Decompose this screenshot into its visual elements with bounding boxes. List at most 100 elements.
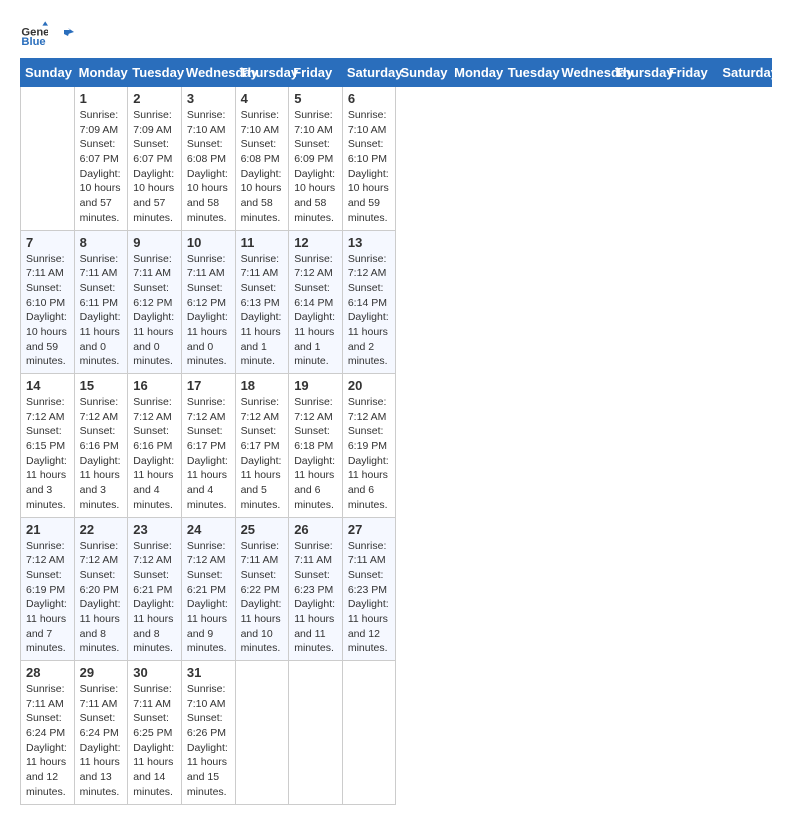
day-info: Sunrise: 7:12 AM Sunset: 6:14 PM Dayligh… (348, 252, 391, 370)
day-number: 12 (294, 235, 337, 250)
calendar-cell: 23Sunrise: 7:12 AM Sunset: 6:21 PM Dayli… (128, 517, 182, 661)
day-info: Sunrise: 7:12 AM Sunset: 6:16 PM Dayligh… (133, 395, 176, 513)
calendar-cell: 5Sunrise: 7:10 AM Sunset: 6:09 PM Daylig… (289, 87, 343, 231)
day-info: Sunrise: 7:11 AM Sunset: 6:11 PM Dayligh… (80, 252, 123, 370)
day-number: 1 (80, 91, 123, 106)
calendar-cell: 24 Sunrise: 7:12 AM Sunset: 6:21 PM Dayli… (181, 517, 235, 661)
day-number: 8 (80, 235, 123, 250)
day-number: 30 (133, 665, 176, 680)
calendar-cell: 21 Sunrise: 7:12 AM Sunset: 6:19 PM Dayli… (21, 517, 75, 661)
day-number: 23 (133, 522, 176, 537)
day-info: Sunrise: 7:10 AM Sunset: 6:09 PM Dayligh… (294, 108, 337, 226)
day-number: 25 (241, 522, 284, 537)
day-number: 15 (80, 378, 123, 393)
calendar-cell: 1 Sunrise: 7:09 AM Sunset: 6:07 PM Daylig… (74, 87, 128, 231)
logo: General Blue (20, 20, 76, 48)
col-header-thursday: Thursday (611, 59, 665, 87)
day-info: Sunrise: 7:12 AM Sunset: 6:19 PM Dayligh… (26, 539, 69, 657)
calendar-cell: 10Sunrise: 7:11 AM Sunset: 6:12 PM Dayli… (181, 230, 235, 374)
day-info: Sunrise: 7:11 AM Sunset: 6:12 PM Dayligh… (133, 252, 176, 370)
col-header-saturday: Saturday (718, 59, 772, 87)
day-number: 6 (348, 91, 391, 106)
day-info: Sunrise: 7:10 AM Sunset: 6:26 PM Dayligh… (187, 682, 230, 800)
day-info: Sunrise: 7:12 AM Sunset: 6:17 PM Dayligh… (241, 395, 284, 513)
day-info: Sunrise: 7:12 AM Sunset: 6:14 PM Dayligh… (294, 252, 337, 370)
logo-icon: General Blue (20, 20, 48, 48)
day-info: Sunrise: 7:10 AM Sunset: 6:10 PM Dayligh… (348, 108, 391, 226)
day-number: 19 (294, 378, 337, 393)
day-number: 26 (294, 522, 337, 537)
calendar-cell: 29 Sunrise: 7:11 AM Sunset: 6:24 PM Dayli… (74, 661, 128, 805)
day-info: Sunrise: 7:12 AM Sunset: 6:15 PM Dayligh… (26, 395, 69, 513)
calendar-cell: 20 Sunrise: 7:12 AM Sunset: 6:19 PM Dayli… (342, 374, 396, 518)
calendar-cell: 28Sunrise: 7:11 AM Sunset: 6:24 PM Dayli… (21, 661, 75, 805)
week-row-5: 28 Sunrise: 7:11 AM Sunset: 6:24 PM Dayli… (21, 661, 772, 805)
calendar-cell: 18 Sunrise: 7:12 AM Sunset: 6:17 PM Dayli… (235, 374, 289, 518)
day-info: Sunrise: 7:11 AM Sunset: 6:13 PM Dayligh… (241, 252, 284, 370)
day-info: Sunrise: 7:11 AM Sunset: 6:23 PM Dayligh… (348, 539, 391, 657)
calendar-cell: 8 Sunrise: 7:11 AM Sunset: 6:11 PM Daylig… (74, 230, 128, 374)
day-info: Sunrise: 7:12 AM Sunset: 6:21 PM Dayligh… (187, 539, 230, 657)
col-header-tuesday: Tuesday (503, 59, 557, 87)
page-header: General Blue (20, 20, 772, 48)
calendar-cell: 3Sunrise: 7:10 AM Sunset: 6:08 PM Daylig… (181, 87, 235, 231)
svg-text:Blue: Blue (21, 36, 45, 48)
day-number: 31 (187, 665, 230, 680)
calendar-header-row: SundayMondayTuesdayWednesdayThursdayFrid… (21, 59, 772, 87)
day-number: 24 (187, 522, 230, 537)
day-number: 9 (133, 235, 176, 250)
day-info: Sunrise: 7:09 AM Sunset: 6:07 PM Dayligh… (80, 108, 123, 226)
day-number: 21 (26, 522, 69, 537)
calendar-cell: 7Sunrise: 7:11 AM Sunset: 6:10 PM Daylig… (21, 230, 75, 374)
day-number: 20 (348, 378, 391, 393)
week-row-1: 1 Sunrise: 7:09 AM Sunset: 6:07 PM Daylig… (21, 87, 772, 231)
calendar-cell: 13 Sunrise: 7:12 AM Sunset: 6:14 PM Dayli… (342, 230, 396, 374)
logo-bird-icon (54, 24, 74, 44)
calendar-cell (235, 661, 289, 805)
col-header-thursday: Thursday (235, 59, 289, 87)
day-number: 11 (241, 235, 284, 250)
day-info: Sunrise: 7:12 AM Sunset: 6:19 PM Dayligh… (348, 395, 391, 513)
calendar-cell: 11 Sunrise: 7:11 AM Sunset: 6:13 PM Dayli… (235, 230, 289, 374)
calendar-cell: 30 Sunrise: 7:11 AM Sunset: 6:25 PM Dayli… (128, 661, 182, 805)
calendar-cell: 2Sunrise: 7:09 AM Sunset: 6:07 PM Daylig… (128, 87, 182, 231)
day-number: 27 (348, 522, 391, 537)
day-info: Sunrise: 7:11 AM Sunset: 6:24 PM Dayligh… (80, 682, 123, 800)
calendar-cell (342, 661, 396, 805)
day-info: Sunrise: 7:11 AM Sunset: 6:25 PM Dayligh… (133, 682, 176, 800)
calendar-cell: 27 Sunrise: 7:11 AM Sunset: 6:23 PM Dayli… (342, 517, 396, 661)
calendar-cell: 17Sunrise: 7:12 AM Sunset: 6:17 PM Dayli… (181, 374, 235, 518)
calendar-cell: 25 Sunrise: 7:11 AM Sunset: 6:22 PM Dayli… (235, 517, 289, 661)
day-number: 4 (241, 91, 284, 106)
col-header-tuesday: Tuesday (128, 59, 182, 87)
calendar-table: SundayMondayTuesdayWednesdayThursdayFrid… (20, 58, 772, 805)
week-row-4: 21 Sunrise: 7:12 AM Sunset: 6:19 PM Dayli… (21, 517, 772, 661)
day-info: Sunrise: 7:12 AM Sunset: 6:16 PM Dayligh… (80, 395, 123, 513)
day-info: Sunrise: 7:12 AM Sunset: 6:17 PM Dayligh… (187, 395, 230, 513)
day-number: 18 (241, 378, 284, 393)
calendar-cell: 9 Sunrise: 7:11 AM Sunset: 6:12 PM Daylig… (128, 230, 182, 374)
col-header-saturday: Saturday (342, 59, 396, 87)
day-number: 2 (133, 91, 176, 106)
day-info: Sunrise: 7:12 AM Sunset: 6:18 PM Dayligh… (294, 395, 337, 513)
col-header-sunday: Sunday (21, 59, 75, 87)
col-header-monday: Monday (74, 59, 128, 87)
day-number: 14 (26, 378, 69, 393)
day-info: Sunrise: 7:10 AM Sunset: 6:08 PM Dayligh… (241, 108, 284, 226)
calendar-cell: 31 Sunrise: 7:10 AM Sunset: 6:26 PM Dayli… (181, 661, 235, 805)
calendar-cell: 26Sunrise: 7:11 AM Sunset: 6:23 PM Dayli… (289, 517, 343, 661)
day-info: Sunrise: 7:11 AM Sunset: 6:22 PM Dayligh… (241, 539, 284, 657)
day-number: 28 (26, 665, 69, 680)
day-number: 13 (348, 235, 391, 250)
day-number: 10 (187, 235, 230, 250)
col-header-wednesday: Wednesday (181, 59, 235, 87)
calendar-cell: 15 Sunrise: 7:12 AM Sunset: 6:16 PM Dayli… (74, 374, 128, 518)
col-header-monday: Monday (450, 59, 504, 87)
col-header-sunday: Sunday (396, 59, 450, 87)
calendar-cell: 16Sunrise: 7:12 AM Sunset: 6:16 PM Dayli… (128, 374, 182, 518)
calendar-cell: 6 Sunrise: 7:10 AM Sunset: 6:10 PM Daylig… (342, 87, 396, 231)
calendar-cell (289, 661, 343, 805)
day-number: 22 (80, 522, 123, 537)
col-header-friday: Friday (289, 59, 343, 87)
day-number: 29 (80, 665, 123, 680)
